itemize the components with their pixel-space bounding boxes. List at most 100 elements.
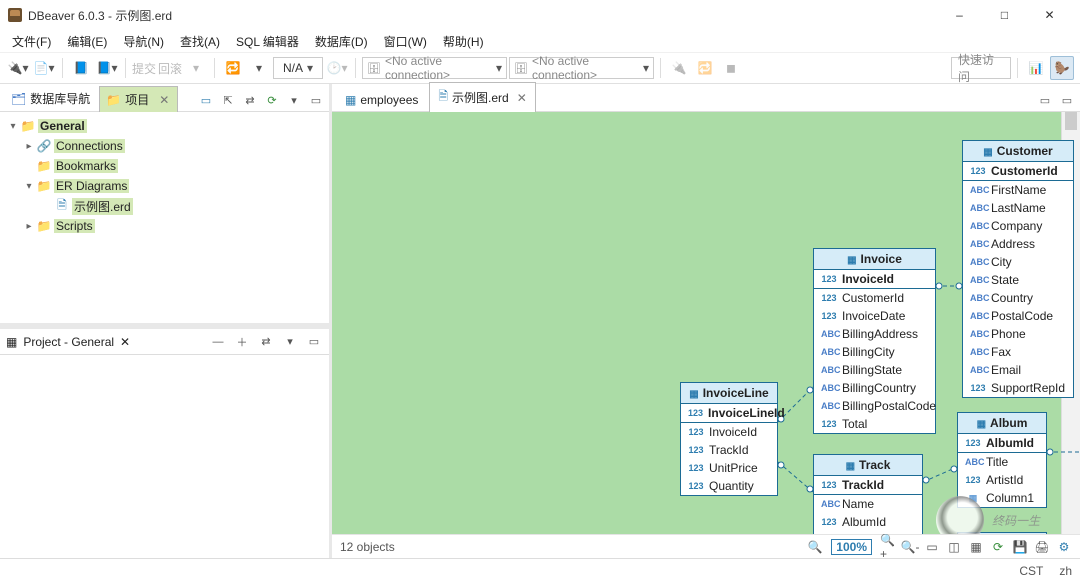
- column[interactable]: 123TrackId: [681, 441, 777, 459]
- perspective-dbeaver-icon[interactable]: 📊: [1024, 56, 1048, 80]
- menu-database[interactable]: 数据库(D): [309, 31, 374, 52]
- maximize-editor-icon[interactable]: ▭: [1036, 91, 1054, 109]
- new-project-icon[interactable]: ▭: [197, 91, 215, 109]
- column[interactable]: ABCTitle: [958, 453, 1046, 471]
- pk-column[interactable]: 123CustomerId: [963, 162, 1073, 180]
- layout-icon[interactable]: ◫: [946, 539, 962, 555]
- project-panel-close-icon[interactable]: ✕: [120, 335, 130, 349]
- table-customer[interactable]: ▦Customer123CustomerIdABCFirstNameABCLas…: [962, 140, 1074, 398]
- close-button[interactable]: ✕: [1027, 0, 1072, 30]
- column[interactable]: 123Total: [814, 415, 935, 433]
- tab-close-icon[interactable]: ✕: [159, 93, 169, 107]
- column[interactable]: ABCLastName: [963, 199, 1073, 217]
- table-album[interactable]: ▦Album123AlbumIdABCTitle123ArtistId▦Colu…: [957, 412, 1047, 508]
- minimize-editor-icon[interactable]: ▭: [1058, 91, 1076, 109]
- menu-edit[interactable]: 编辑(E): [61, 31, 113, 52]
- column[interactable]: ABCBillingCountry: [814, 379, 935, 397]
- expand-icon[interactable]: ▾: [22, 181, 36, 192]
- column[interactable]: ABCBillingCity: [814, 343, 935, 361]
- minimize-view-icon[interactable]: ▭: [307, 91, 325, 109]
- zoom-in-icon[interactable]: 🔍+: [880, 539, 896, 555]
- zoom-level[interactable]: 100%: [831, 539, 872, 555]
- tree-erd-file[interactable]: 🗎 示例图.erd: [0, 196, 329, 216]
- view-menu-icon[interactable]: ▾: [285, 91, 303, 109]
- expand-icon[interactable]: ▾: [6, 121, 20, 132]
- isolation-combo[interactable]: N/A▾: [273, 57, 323, 79]
- minimize-button[interactable]: –: [937, 0, 982, 30]
- collapse-icon[interactable]: ⇱: [219, 91, 237, 109]
- column[interactable]: ABCCompany: [963, 217, 1073, 235]
- tab-employees[interactable]: ▦ employees: [336, 88, 427, 111]
- pk-column[interactable]: 123TrackId: [814, 476, 922, 494]
- panel-restore-icon[interactable]: ▭: [305, 333, 323, 351]
- tab-erd-close-icon[interactable]: ✕: [517, 91, 527, 105]
- quick-access-input[interactable]: 快速访问: [951, 57, 1011, 79]
- pk-column[interactable]: 123InvoiceLineId: [681, 404, 777, 422]
- column[interactable]: 123UnitPrice: [681, 459, 777, 477]
- zoom-out-icon[interactable]: 🔍-: [902, 539, 918, 555]
- tab-projects[interactable]: 📁 项目 ✕: [99, 86, 178, 112]
- column[interactable]: ▦Column1: [958, 489, 1046, 507]
- panel-link-icon[interactable]: ⇄: [257, 333, 275, 351]
- column[interactable]: ABCCity: [963, 253, 1073, 271]
- column[interactable]: ABCFax: [963, 343, 1073, 361]
- project-tree[interactable]: ▾ 📁 General ▸ 🔗 Connections 📁 Bookmarks …: [0, 112, 329, 323]
- expand-icon[interactable]: ▸: [22, 141, 36, 152]
- tree-bookmarks[interactable]: 📁 Bookmarks: [0, 156, 329, 176]
- settings-icon[interactable]: ⚙: [1056, 539, 1072, 555]
- menu-navigate[interactable]: 导航(N): [117, 31, 170, 52]
- refresh-diagram-icon[interactable]: ⟳: [990, 539, 1006, 555]
- tab-erd[interactable]: 🗎 示例图.erd ✕: [429, 82, 535, 112]
- column[interactable]: 123SupportRepId: [963, 379, 1073, 397]
- column[interactable]: ABCBillingAddress: [814, 325, 935, 343]
- perspective-beaver-icon[interactable]: 🦫: [1050, 56, 1074, 80]
- tab-db-navigator[interactable]: 🗂 数据库导航: [4, 85, 99, 111]
- search-icon[interactable]: 🔍: [807, 539, 823, 555]
- column[interactable]: ABCState: [963, 271, 1073, 289]
- pk-column[interactable]: 123AlbumId: [958, 434, 1046, 452]
- tree-scripts[interactable]: ▸ 📁 Scripts: [0, 216, 329, 236]
- sql-editor-icon[interactable]: 📘: [69, 56, 93, 80]
- expand-icon[interactable]: ▸: [22, 221, 36, 232]
- column[interactable]: ABCFirstName: [963, 181, 1073, 199]
- table-invoiceline[interactable]: ▦InvoiceLine123InvoiceLineId123InvoiceId…: [680, 382, 778, 496]
- fit-icon[interactable]: ▭: [924, 539, 940, 555]
- new-connection-icon[interactable]: 🔌▾: [6, 56, 30, 80]
- column[interactable]: 123InvoiceId: [681, 423, 777, 441]
- column[interactable]: 123MediaTypeId: [814, 531, 922, 534]
- column[interactable]: ABCEmail: [963, 361, 1073, 379]
- tree-general[interactable]: ▾ 📁 General: [0, 116, 329, 136]
- column[interactable]: 123InvoiceDate: [814, 307, 935, 325]
- column[interactable]: ABCPhone: [963, 325, 1073, 343]
- column[interactable]: ABCName: [814, 495, 922, 513]
- menu-help[interactable]: 帮助(H): [437, 31, 490, 52]
- grid-icon[interactable]: ▦: [968, 539, 984, 555]
- panel-minus-icon[interactable]: —: [209, 333, 227, 351]
- new-sql-script-icon[interactable]: 📄▾: [32, 56, 56, 80]
- column[interactable]: ABCCountry: [963, 289, 1073, 307]
- column[interactable]: 123AlbumId: [814, 513, 922, 531]
- column[interactable]: 123ArtistId: [958, 471, 1046, 489]
- print-icon[interactable]: 🖨: [1034, 539, 1050, 555]
- column[interactable]: ABCAddress: [963, 235, 1073, 253]
- column[interactable]: ABCBillingState: [814, 361, 935, 379]
- refresh-icon[interactable]: ⟳: [263, 91, 281, 109]
- connection-combo-2[interactable]: 🗄<No active connection>▾: [509, 57, 654, 79]
- maximize-button[interactable]: □: [982, 0, 1027, 30]
- column[interactable]: ABCBillingPostalCode: [814, 397, 935, 415]
- export-icon[interactable]: 💾: [1012, 539, 1028, 555]
- panel-menu-icon[interactable]: ▾: [281, 333, 299, 351]
- table-invoice[interactable]: ▦Invoice123InvoiceId123CustomerId123Invo…: [813, 248, 936, 434]
- column[interactable]: ABCPostalCode: [963, 307, 1073, 325]
- column[interactable]: 123Quantity: [681, 477, 777, 495]
- pk-column[interactable]: 123InvoiceId: [814, 270, 935, 288]
- menu-find[interactable]: 查找(A): [174, 31, 226, 52]
- transaction-dropdown-icon[interactable]: ▾: [247, 56, 271, 80]
- column[interactable]: 123CustomerId: [814, 289, 935, 307]
- menu-file[interactable]: 文件(F): [6, 31, 57, 52]
- menu-window[interactable]: 窗口(W): [378, 31, 433, 52]
- tree-connections[interactable]: ▸ 🔗 Connections: [0, 136, 329, 156]
- panel-plus-icon[interactable]: ＋: [233, 333, 251, 351]
- link-editor-icon[interactable]: ⇄: [241, 91, 259, 109]
- tree-erdiagrams[interactable]: ▾ 📁 ER Diagrams: [0, 176, 329, 196]
